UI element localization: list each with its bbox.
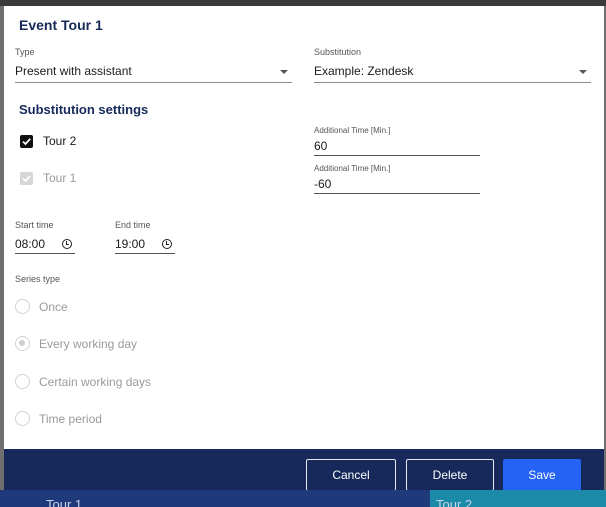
- type-select[interactable]: Present with assistant: [15, 59, 292, 83]
- series-option-label: Every working day: [39, 337, 138, 351]
- tour-2-additional-time-value: 60: [314, 139, 328, 153]
- start-time-value: 08:00: [15, 237, 46, 251]
- series-option-label: Certain working days: [39, 375, 152, 389]
- series-type-label: Series type: [15, 274, 61, 284]
- tour-1-label: Tour 1: [43, 171, 77, 185]
- background-tour-1-label: Tour 1: [46, 497, 83, 507]
- tour-1-additional-time-field[interactable]: Additional Time [Min.] -60: [314, 164, 480, 194]
- chevron-down-icon: [280, 70, 288, 74]
- end-time-value: 19:00: [115, 237, 146, 251]
- checkmark-icon: [22, 138, 31, 146]
- type-select-value: Present with assistant: [15, 64, 132, 78]
- substitution-select[interactable]: Example: Zendesk: [314, 59, 591, 83]
- end-time-input[interactable]: 19:00: [115, 234, 175, 254]
- substitution-select-value: Example: Zendesk: [314, 64, 414, 78]
- tour-1-additional-time-label: Additional Time [Min.]: [314, 164, 391, 173]
- chevron-down-icon: [579, 70, 587, 74]
- radio-certain-working-days[interactable]: [15, 374, 30, 389]
- substitution-label: Substitution: [314, 47, 362, 57]
- start-time-label: Start time: [15, 220, 54, 230]
- radio-every-working-day[interactable]: [15, 336, 30, 351]
- checkmark-icon: [22, 175, 31, 183]
- background-tour-2-label: Tour 2: [436, 497, 473, 507]
- substitution-settings-heading: Substitution settings: [19, 102, 149, 117]
- tour-1-checkbox: [20, 172, 33, 185]
- series-option-label: Time period: [39, 412, 102, 426]
- series-option-label: Once: [39, 300, 68, 314]
- clock-icon[interactable]: [62, 239, 72, 249]
- delete-button[interactable]: Delete: [406, 459, 494, 490]
- tour-2-label: Tour 2: [43, 134, 77, 148]
- cancel-button[interactable]: Cancel: [306, 459, 396, 490]
- tour-2-additional-time-label: Additional Time [Min.]: [314, 126, 391, 135]
- type-label: Type: [15, 47, 35, 57]
- end-time-label: End time: [115, 220, 151, 230]
- radio-once[interactable]: [15, 299, 30, 314]
- start-time-input[interactable]: 08:00: [15, 234, 75, 254]
- radio-time-period[interactable]: [15, 411, 30, 426]
- tour-2-checkbox[interactable]: [20, 135, 33, 148]
- clock-icon[interactable]: [162, 239, 172, 249]
- tour-1-additional-time-value: -60: [314, 177, 332, 191]
- dialog-footer: Cancel Delete Save: [4, 449, 604, 490]
- save-button[interactable]: Save: [503, 459, 581, 490]
- tour-2-additional-time-field[interactable]: Additional Time [Min.] 60: [314, 126, 480, 156]
- event-dialog: Event Tour 1 Type Present with assistant…: [4, 6, 604, 490]
- dialog-title: Event Tour 1: [19, 17, 103, 33]
